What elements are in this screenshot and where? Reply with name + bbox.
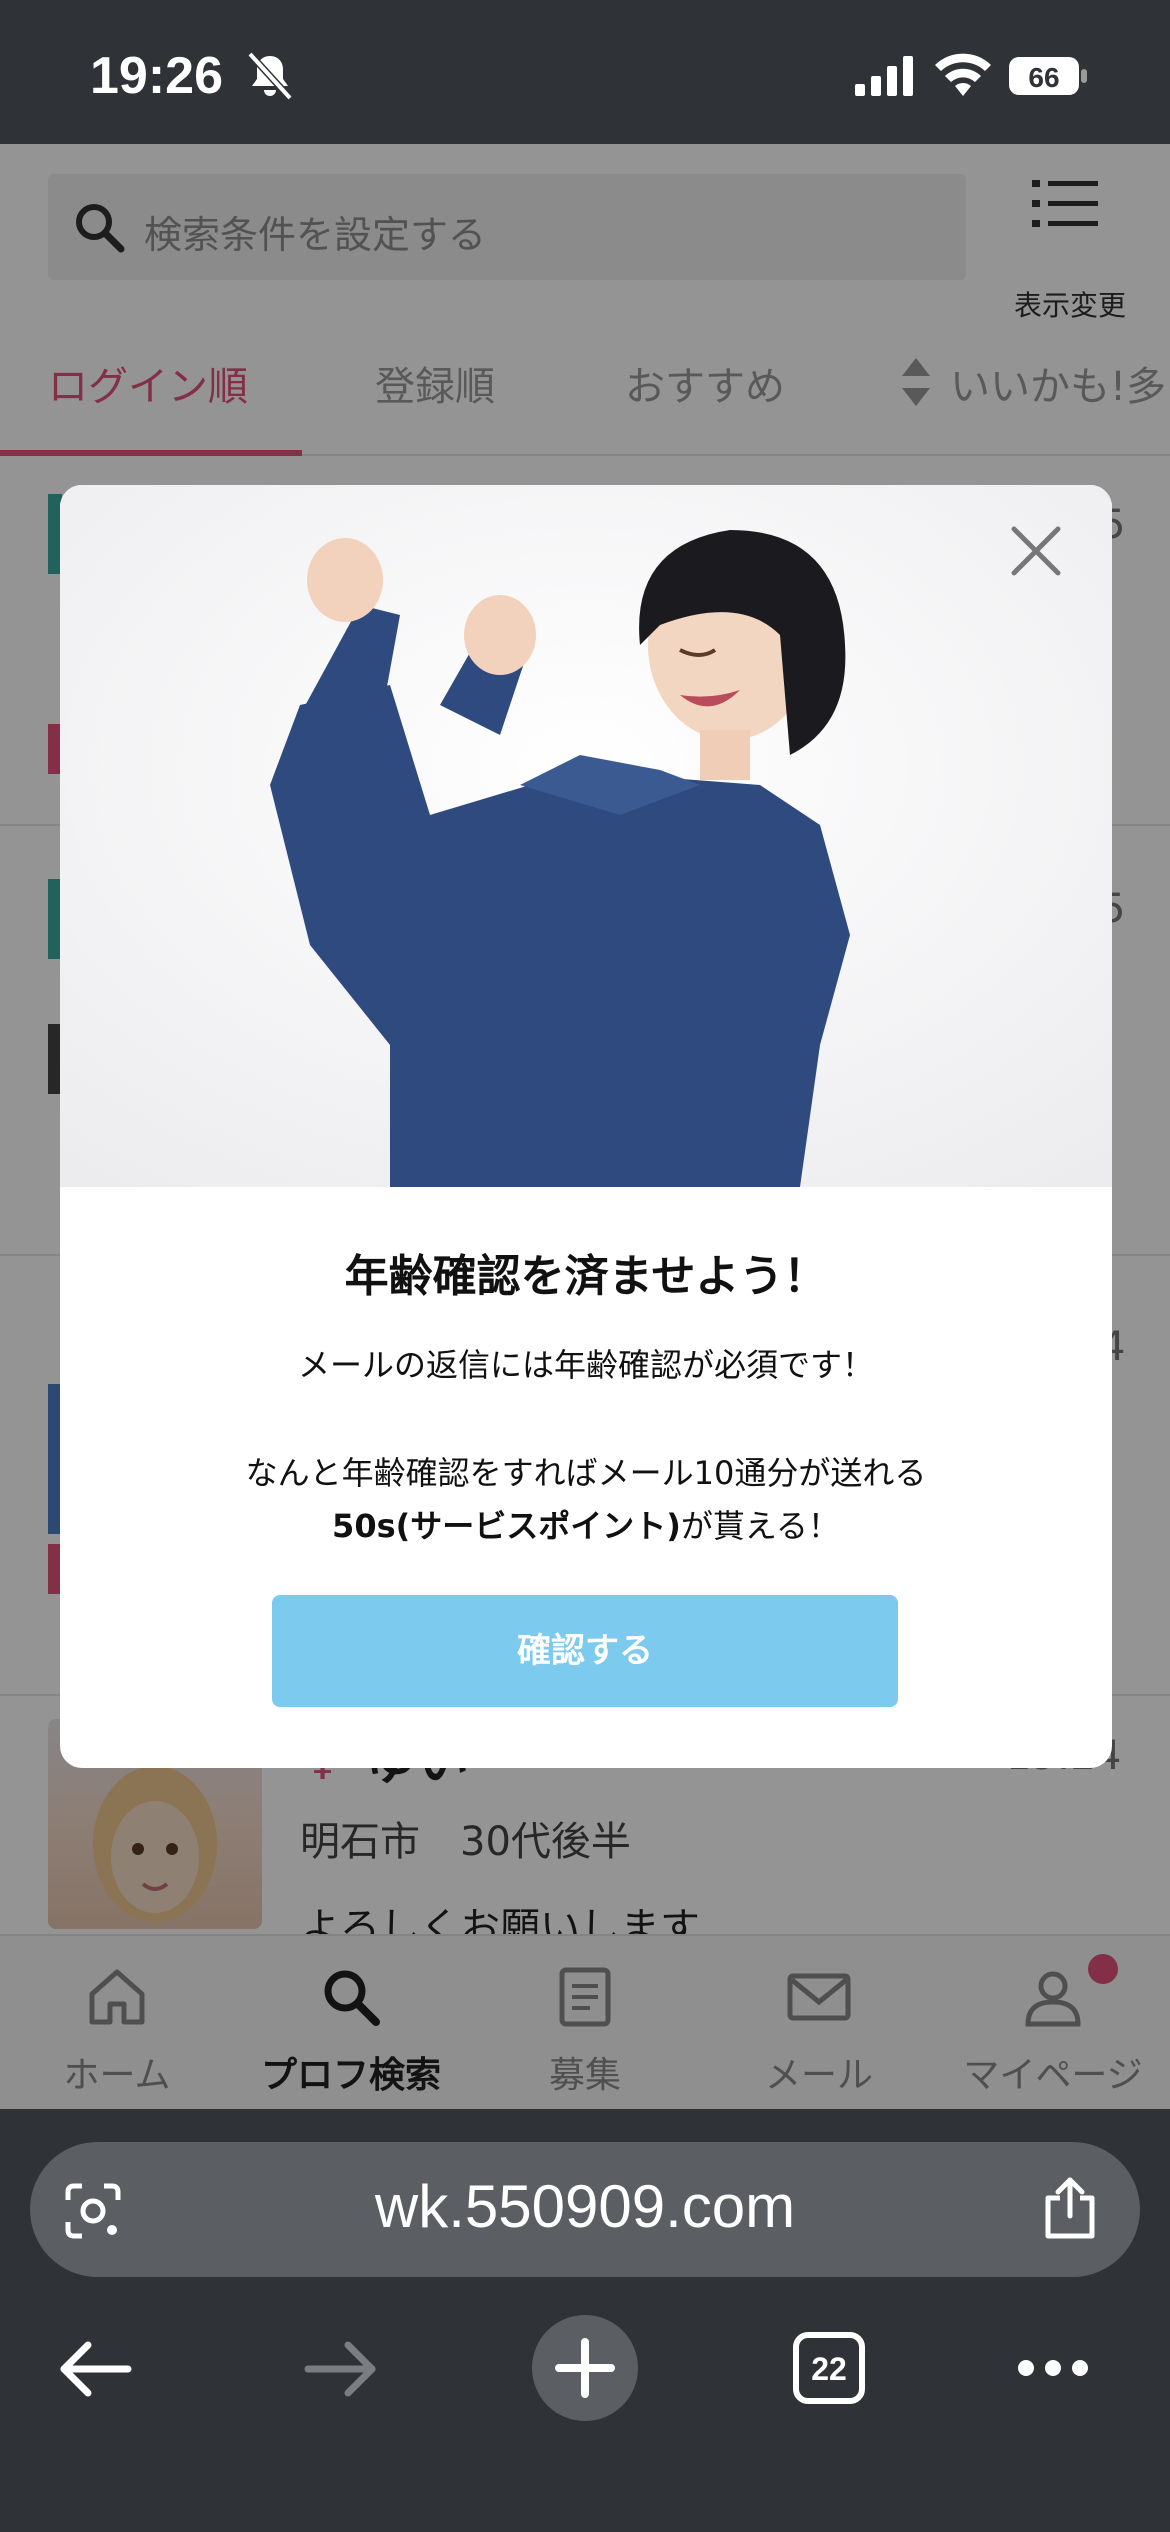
plus-icon	[555, 2338, 615, 2398]
reward-suffix: が貰える！	[680, 1507, 840, 1545]
bell-off-icon	[247, 52, 293, 101]
more-icon[interactable]	[1016, 2355, 1090, 2381]
svg-text:22: 22	[811, 2351, 847, 2387]
forward-arrow-icon[interactable]	[304, 2337, 378, 2401]
cheering-woman-photo	[60, 485, 1112, 1187]
back-arrow-icon[interactable]	[58, 2337, 132, 2401]
modal-text-reward: 50s(サービスポイント)が貰える！	[60, 1501, 1112, 1547]
address-bar[interactable]: wk.550909.com	[30, 2142, 1140, 2277]
tabs-count-icon[interactable]: 22	[792, 2331, 866, 2405]
status-bar: 19:26 66	[0, 0, 1170, 144]
modal-text-benefit: なんと年齢確認をすればメール10通分が送れる	[245, 1454, 927, 1492]
age-verification-modal: 年齢確認を済ませよう！ メールの返信には年齢確認が必須です！ なんと年齢確認をす…	[60, 485, 1112, 1768]
url-text: wk.550909.com	[374, 2173, 796, 2240]
new-tab-button[interactable]	[532, 2315, 638, 2421]
modal-text-requirement: メールの返信には年齢確認が必須です！	[297, 1346, 874, 1384]
modal-hero-image	[60, 485, 1112, 1187]
browser-toolbar: wk.550909.com 22	[0, 2109, 1170, 2532]
confirm-button[interactable]: 確認する	[272, 1595, 898, 1707]
reward-points: 50s(サービスポイント)	[332, 1507, 681, 1545]
modal-title: 年齢確認を済ませよう！	[344, 1251, 828, 1302]
svg-text:66: 66	[1028, 62, 1059, 93]
share-icon[interactable]	[1040, 2176, 1100, 2240]
battery-icon: 66	[1009, 57, 1087, 95]
wifi-icon	[935, 53, 991, 96]
signal-icon	[855, 56, 913, 96]
close-icon[interactable]	[1008, 523, 1064, 579]
status-time: 19:26	[90, 47, 223, 105]
